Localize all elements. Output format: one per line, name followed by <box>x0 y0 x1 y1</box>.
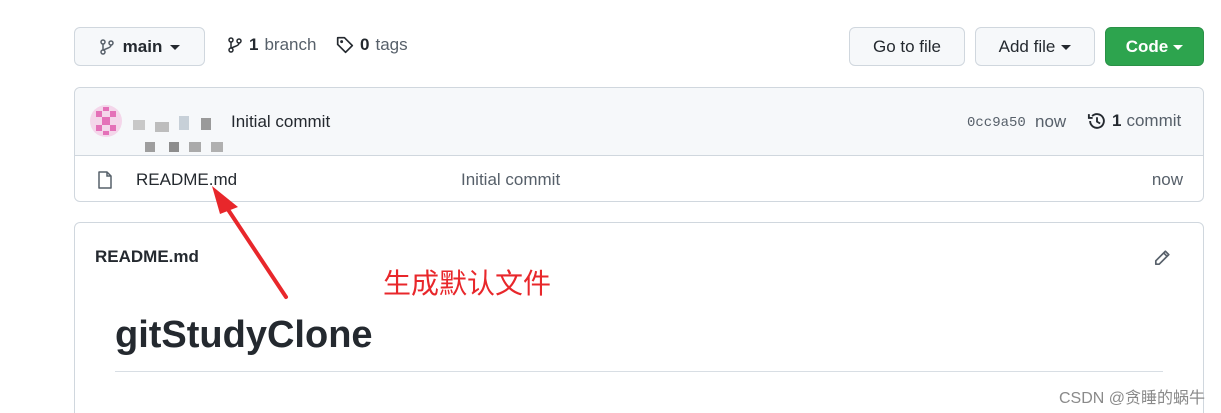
branches-link[interactable]: 1 branch <box>227 35 316 55</box>
git-branch-icon <box>99 38 114 55</box>
file-commit-message[interactable]: Initial commit <box>461 170 560 190</box>
go-to-file-label: Go to file <box>872 36 942 56</box>
add-file-button[interactable]: Add file <box>975 27 1095 66</box>
readme-title-divider <box>115 371 1163 372</box>
file-row: README.md Initial commit now <box>75 156 1203 202</box>
pencil-icon[interactable] <box>1153 249 1171 267</box>
tags-count: 0 <box>360 35 370 54</box>
branches-count: 1 <box>249 35 259 54</box>
avatar[interactable] <box>90 105 122 137</box>
branches-label: branch <box>264 35 317 54</box>
code-button[interactable]: Code <box>1105 27 1204 66</box>
commit-hash-link[interactable]: 0cc9a50 <box>967 115 1026 131</box>
readme-title: gitStudyClone <box>115 314 373 356</box>
code-label: Code <box>1125 36 1169 56</box>
commit-count-label: commit <box>1126 111 1182 130</box>
commits-history-link[interactable]: 1 commit <box>1087 111 1181 131</box>
go-to-file-button[interactable]: Go to file <box>849 27 965 66</box>
file-icon <box>98 171 112 189</box>
history-icon <box>1087 113 1105 129</box>
branch-name: main <box>122 36 163 56</box>
readme-header: README.md <box>95 247 199 266</box>
author-name-blurred[interactable] <box>133 112 225 152</box>
add-file-label: Add file <box>998 36 1056 56</box>
commit-time: now <box>1035 112 1067 131</box>
commit-message-link[interactable]: Initial commit <box>231 112 330 132</box>
tags-link[interactable]: 0 tags <box>336 35 408 55</box>
file-time: now <box>1151 170 1183 189</box>
annotation-text: 生成默认文件 <box>383 267 552 300</box>
tag-icon <box>336 36 354 54</box>
branch-select-button[interactable]: main <box>74 27 205 66</box>
watermark: CSDN @贪睡的蜗牛 <box>1058 390 1205 407</box>
file-browser: Initial commit 0cc9a50 now 1 commit READ… <box>74 87 1204 202</box>
tags-label: tags <box>375 35 408 54</box>
readme-panel: README.md gitStudyClone <box>74 222 1204 413</box>
chevron-down-icon <box>1061 45 1072 50</box>
git-branch-icon <box>228 37 242 53</box>
chevron-down-icon <box>170 45 181 50</box>
file-name-link[interactable]: README.md <box>136 170 237 190</box>
commit-count: 1 <box>1112 111 1122 130</box>
latest-commit-bar: Initial commit 0cc9a50 now 1 commit <box>75 88 1203 156</box>
chevron-down-icon <box>1173 45 1184 50</box>
